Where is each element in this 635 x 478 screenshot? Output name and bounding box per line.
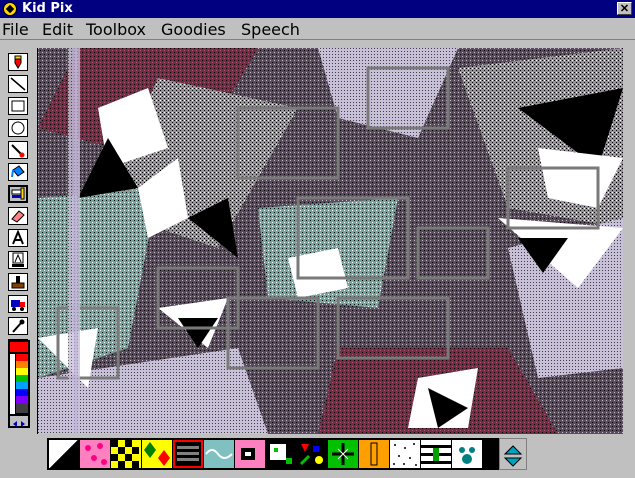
drawing-canvas[interactable]	[37, 48, 623, 434]
truck-tool-icon	[11, 300, 25, 311]
pixel-face-pattern-icon	[270, 444, 292, 464]
pencil-tool-icon	[14, 55, 22, 69]
menu-toolbox[interactable]: Toolbox	[86, 20, 146, 39]
tile-option-14[interactable]	[452, 440, 482, 468]
rectangle-tool-icon	[11, 100, 25, 112]
title-bar: Kid Pix ✕	[0, 0, 635, 18]
kid-pix-app-icon[interactable]	[3, 2, 17, 16]
menu-speech[interactable]: Speech	[241, 20, 300, 39]
alphabet-stamp-tool[interactable]	[8, 251, 28, 269]
menu-file[interactable]: File	[2, 20, 29, 39]
chevron-down-icon	[503, 457, 523, 467]
wacky-brush-tool-icon	[11, 144, 25, 158]
tile-option-8[interactable]	[266, 440, 296, 468]
window-title: Kid Pix	[22, 1, 73, 16]
tile-option-4[interactable]	[142, 440, 172, 468]
chevron-up-icon	[503, 445, 523, 455]
eraser-tool-icon	[11, 210, 25, 223]
line-tool-icon	[10, 77, 26, 91]
tile-option-1[interactable]	[49, 440, 79, 468]
cactus-stripe-pattern-icon	[421, 445, 451, 464]
color-palette[interactable]	[8, 340, 30, 428]
tile-option-12[interactable]	[390, 440, 420, 468]
palette-scroll-arrows-icon	[13, 421, 25, 427]
paint-can-tool-icon	[11, 165, 25, 178]
rubber-stamp-tool-icon	[11, 276, 25, 289]
tile-option-7[interactable]	[235, 440, 265, 468]
oval-tool[interactable]	[8, 119, 28, 137]
text-tool[interactable]	[8, 229, 28, 247]
tool-options-bar	[47, 438, 499, 470]
current-color-swatch[interactable]	[10, 342, 28, 352]
palette-swatch-cyan[interactable]	[16, 382, 28, 389]
eyedropper-tool[interactable]	[8, 317, 28, 335]
palette-swatch-gray[interactable]	[16, 403, 28, 413]
alphabet-stamp-tool-icon	[12, 252, 24, 267]
tile-option-10[interactable]	[328, 440, 358, 468]
diagonal-split-pattern-icon	[49, 440, 79, 468]
truck-tool[interactable]	[8, 295, 28, 313]
black-stripes-pattern-icon	[177, 446, 199, 461]
rubber-stamp-tool[interactable]	[8, 273, 28, 291]
rectangle-tool[interactable]	[8, 97, 28, 115]
orange-bar-pattern-icon	[370, 442, 378, 466]
tile-scroll	[499, 438, 527, 470]
palette-swatch-purple[interactable]	[16, 396, 28, 403]
tile-option-9[interactable]	[297, 440, 327, 468]
canvas-artwork	[38, 48, 623, 434]
tile-option-5-selected[interactable]	[173, 440, 203, 468]
eraser-tool[interactable]	[8, 207, 28, 225]
text-tool-icon	[12, 229, 24, 245]
yellow-diamond-pattern-icon	[144, 442, 170, 466]
tile-scroll-down-button[interactable]	[503, 455, 523, 467]
speckle-pattern-icon	[393, 443, 417, 466]
palette-white-column	[10, 354, 15, 414]
close-button[interactable]: ✕	[617, 2, 632, 15]
palette-swatch-orange[interactable]	[16, 361, 28, 368]
menu-goodies[interactable]: Goodies	[161, 20, 226, 39]
yellow-checker-pattern-icon	[111, 440, 139, 468]
tile-option-11[interactable]	[359, 440, 389, 468]
eraser-mix-tool-icon	[11, 187, 25, 200]
tile-option-13[interactable]	[421, 440, 451, 468]
menu-bar: File Edit Toolbox Goodies Speech	[0, 18, 635, 40]
eraser-mix-tool[interactable]	[8, 185, 28, 203]
wacky-brush-tool[interactable]	[8, 141, 28, 159]
green-cross-pattern-icon	[332, 443, 354, 465]
menu-edit[interactable]: Edit	[42, 20, 73, 39]
tile-option-6[interactable]	[204, 440, 234, 468]
pink-dots-pattern-icon	[85, 443, 107, 465]
paint-can-tool[interactable]	[8, 163, 28, 181]
eyedropper-tool-icon	[12, 319, 25, 333]
palette-swatch-green[interactable]	[16, 375, 28, 382]
oval-tool-icon	[11, 121, 25, 135]
wave-pattern-icon	[205, 449, 233, 459]
palette-scroll[interactable]	[10, 416, 28, 427]
paw-print-pattern-icon	[459, 447, 475, 464]
tile-scroll-up-button[interactable]	[503, 442, 523, 455]
line-tool[interactable]	[8, 75, 28, 93]
confetti-shapes-pattern-icon	[299, 444, 323, 466]
pink-block-pattern-icon	[241, 448, 255, 460]
palette-swatch-red[interactable]	[16, 354, 28, 361]
tile-option-3[interactable]	[111, 440, 141, 468]
pencil-tool[interactable]	[8, 53, 28, 71]
palette-swatch-yellow[interactable]	[16, 368, 28, 375]
tile-option-2[interactable]	[80, 440, 110, 468]
palette-swatch-blue[interactable]	[16, 389, 28, 396]
